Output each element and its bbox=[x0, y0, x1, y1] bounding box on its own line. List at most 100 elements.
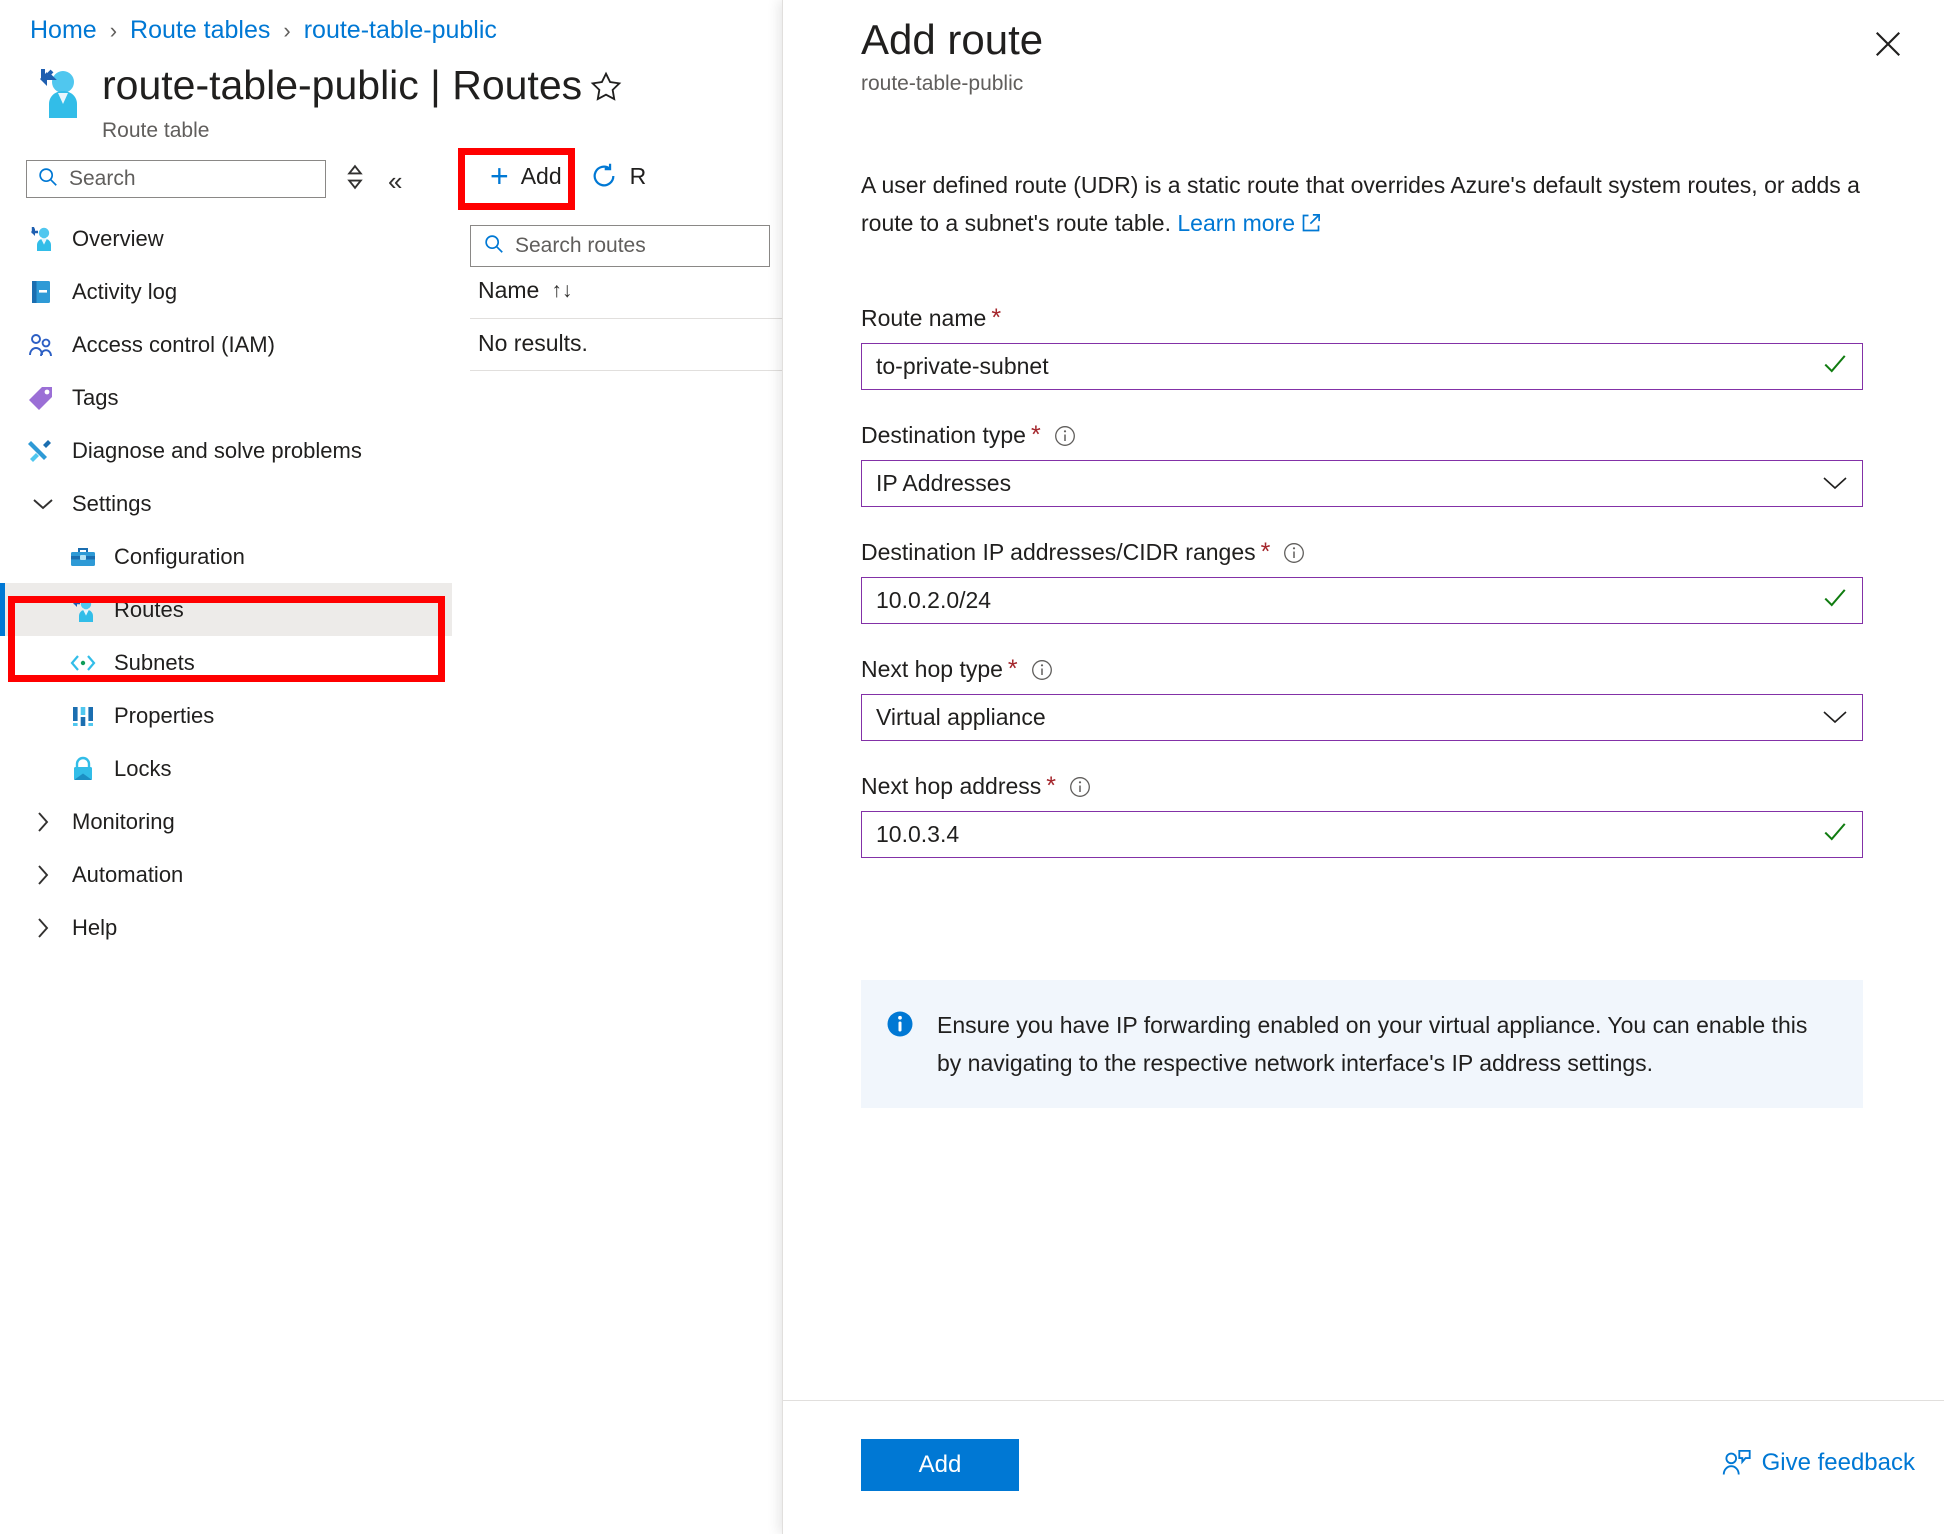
column-header-name[interactable]: Name bbox=[478, 277, 539, 304]
add-route-button[interactable]: + Add bbox=[476, 152, 576, 200]
chevron-down-icon bbox=[1822, 707, 1848, 729]
give-feedback-link[interactable]: Give feedback bbox=[1722, 1449, 1915, 1477]
tag-icon bbox=[26, 383, 56, 413]
add-route-form: Route name * to-private-subnet Destinati… bbox=[861, 305, 1863, 890]
learn-more-link[interactable]: Learn more bbox=[1177, 210, 1295, 236]
info-icon[interactable] bbox=[1282, 541, 1306, 565]
submit-add-button[interactable]: Add bbox=[861, 1439, 1019, 1491]
sidebar-group-settings[interactable]: Settings bbox=[0, 477, 452, 530]
sidebar-group-help[interactable]: Help bbox=[0, 901, 452, 954]
sidebar-item-subnets[interactable]: Subnets bbox=[0, 636, 452, 689]
add-route-button-label: Add bbox=[520, 162, 562, 189]
sidebar-item-label: Configuration bbox=[114, 543, 245, 569]
panel-subtitle: route-table-public bbox=[861, 72, 1024, 95]
route-name-value: to-private-subnet bbox=[876, 353, 1049, 379]
sidebar-item-label: Access control (IAM) bbox=[72, 331, 275, 357]
sidebar-item-overview[interactable]: Overview bbox=[0, 212, 452, 265]
sidebar-item-properties[interactable]: Properties bbox=[0, 689, 452, 742]
panel-description: A user defined route (UDR) is a static r… bbox=[861, 166, 1871, 244]
sort-arrows-icon[interactable]: ↑↓ bbox=[551, 279, 572, 303]
field-label-text: Next hop address bbox=[861, 773, 1042, 799]
sidebar-group-automation[interactable]: Automation bbox=[0, 848, 452, 901]
sidebar-item-configuration[interactable]: Configuration bbox=[0, 530, 452, 583]
sidebar-item-diagnose[interactable]: Diagnose and solve problems bbox=[0, 424, 452, 477]
sidebar-item-label: Overview bbox=[72, 225, 164, 251]
destination-cidr-input[interactable]: 10.0.2.0/24 bbox=[861, 577, 1863, 624]
info-filled-icon bbox=[885, 1009, 915, 1044]
sidebar-group-label: Automation bbox=[72, 861, 184, 887]
route-table-icon bbox=[30, 66, 86, 124]
sidebar-item-label: Tags bbox=[72, 384, 119, 410]
next-hop-address-input[interactable]: 10.0.3.4 bbox=[861, 811, 1863, 858]
subnets-icon bbox=[68, 648, 98, 678]
refresh-icon bbox=[590, 162, 618, 190]
activity-log-icon bbox=[26, 277, 56, 307]
sidebar-nav: Overview Activity log Access control (IA… bbox=[0, 212, 452, 954]
next-hop-type-value: Virtual appliance bbox=[876, 704, 1046, 730]
search-routes-placeholder: Search routes bbox=[515, 234, 646, 257]
required-asterisk: * bbox=[1260, 538, 1271, 566]
sidebar-item-access-control[interactable]: Access control (IAM) bbox=[0, 318, 452, 371]
chevron-down-icon bbox=[1822, 473, 1848, 495]
search-routes-input[interactable]: Search routes bbox=[470, 225, 770, 267]
sidebar-group-label: Settings bbox=[72, 490, 152, 516]
sidebar-item-activity-log[interactable]: Activity log bbox=[0, 265, 452, 318]
sidebar-group-label: Help bbox=[72, 914, 118, 940]
field-label: Next hop type * bbox=[861, 656, 1863, 683]
nav-search-row: Search bbox=[26, 160, 366, 198]
azure-portal-screen: Home › Route tables › route-table-public… bbox=[0, 0, 1944, 1534]
search-input-placeholder: Search bbox=[69, 167, 136, 190]
required-asterisk: * bbox=[1030, 421, 1041, 449]
next-hop-type-select[interactable]: Virtual appliance bbox=[861, 694, 1863, 741]
sidebar-group-label: Monitoring bbox=[72, 808, 175, 834]
breadcrumb-item-route-tables[interactable]: Route tables bbox=[130, 16, 270, 45]
destination-type-select[interactable]: IP Addresses bbox=[861, 460, 1863, 507]
refresh-button-label: R bbox=[629, 162, 647, 189]
route-table-icon bbox=[68, 595, 98, 625]
collapse-chevrons-icon[interactable]: « bbox=[388, 166, 402, 197]
sidebar-item-locks[interactable]: Locks bbox=[0, 742, 452, 795]
sidebar-item-label: Activity log bbox=[72, 278, 178, 304]
panel-header: Add route route-table-public bbox=[861, 14, 1043, 96]
next-hop-address-value: 10.0.3.4 bbox=[876, 821, 960, 847]
properties-icon bbox=[68, 701, 98, 731]
info-icon[interactable] bbox=[1068, 775, 1092, 799]
table-divider bbox=[470, 318, 782, 319]
sidebar-item-label: Diagnose and solve problems bbox=[72, 437, 362, 463]
panel-description-text: A user defined route (UDR) is a static r… bbox=[861, 172, 1860, 236]
valid-check-icon bbox=[1822, 819, 1848, 850]
sidebar-item-routes[interactable]: Routes bbox=[0, 583, 452, 636]
sidebar-item-tags[interactable]: Tags bbox=[0, 371, 452, 424]
destination-cidr-value: 10.0.2.0/24 bbox=[876, 587, 992, 613]
chevron-down-icon bbox=[30, 497, 56, 511]
chevron-right-icon bbox=[30, 811, 56, 833]
breadcrumb-item-home[interactable]: Home bbox=[30, 16, 97, 45]
route-name-input[interactable]: to-private-subnet bbox=[861, 343, 1863, 390]
chevron-right-icon bbox=[30, 864, 56, 886]
field-label-text: Destination type bbox=[861, 422, 1026, 448]
refresh-button[interactable]: R bbox=[576, 152, 661, 200]
info-icon[interactable] bbox=[1053, 424, 1077, 448]
lock-icon bbox=[68, 754, 98, 784]
sort-toggle-icon[interactable] bbox=[344, 164, 366, 194]
destination-type-value: IP Addresses bbox=[876, 470, 1012, 496]
add-route-panel: Add route route-table-public A user defi… bbox=[782, 0, 1944, 1534]
search-input[interactable]: Search bbox=[26, 160, 326, 198]
route-table-icon bbox=[26, 224, 56, 254]
close-icon[interactable] bbox=[1866, 22, 1910, 66]
field-route-name: Route name * to-private-subnet bbox=[861, 305, 1863, 390]
valid-check-icon bbox=[1822, 351, 1848, 382]
toolbox-icon bbox=[68, 542, 98, 572]
required-asterisk: * bbox=[1007, 655, 1018, 683]
sidebar-group-monitoring[interactable]: Monitoring bbox=[0, 795, 452, 848]
info-banner: Ensure you have IP forwarding enabled on… bbox=[861, 980, 1863, 1108]
field-label-text: Route name bbox=[861, 305, 987, 331]
info-icon[interactable] bbox=[1030, 658, 1054, 682]
routes-table-header: Name ↑↓ bbox=[478, 277, 572, 304]
search-icon bbox=[483, 233, 505, 260]
field-destination-type: Destination type * IP Addresses bbox=[861, 422, 1863, 507]
field-next-hop-address: Next hop address * 10.0.3.4 bbox=[861, 773, 1863, 858]
field-label: Destination IP addresses/CIDR ranges * bbox=[861, 539, 1863, 566]
iam-people-icon bbox=[26, 330, 56, 360]
breadcrumb-separator-icon: › bbox=[283, 17, 291, 43]
